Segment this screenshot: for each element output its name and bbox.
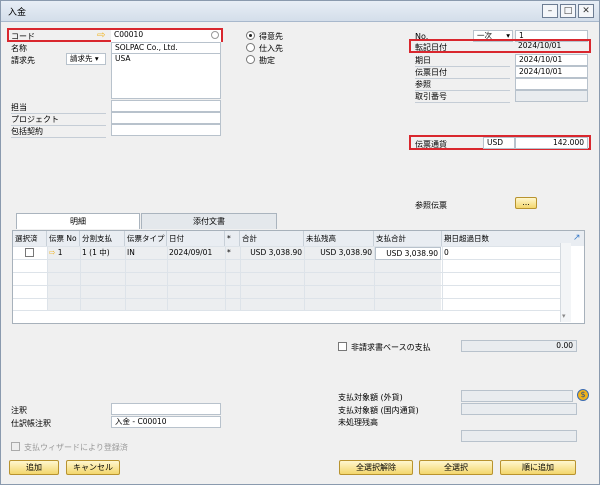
cell-doc-type: IN (127, 248, 135, 257)
radio-customer[interactable] (246, 31, 255, 40)
scroll-down-icon[interactable]: ▾ (562, 312, 566, 320)
currency-code-field[interactable]: USD (483, 137, 515, 149)
billto-label: 請求先 (11, 56, 35, 65)
col-payment[interactable]: 支払合計 (374, 231, 442, 246)
cell-total: USD 3,038.90 (250, 248, 302, 257)
currency-coins-icon[interactable]: $ (577, 389, 589, 401)
journal-remarks-field[interactable]: 入金 - C00010 (111, 416, 221, 428)
currency-label: 伝票通貨 (415, 140, 447, 149)
ref-doc-label: 参照伝票 (415, 201, 447, 210)
posting-date-field[interactable]: 2024/10/01 (515, 41, 588, 53)
maximize-icon[interactable]: □ (560, 4, 576, 18)
minimize-icon[interactable]: – (542, 4, 558, 18)
reference-label: 参照 (415, 79, 510, 91)
journal-remarks-label: 仕訳帳注釈 (11, 419, 51, 428)
col-overdue[interactable]: 期日超過日数 (442, 231, 573, 246)
amount-fc-field (461, 390, 573, 402)
ref-doc-button[interactable]: ... (515, 197, 537, 209)
nonbase-amount-field: 0.00 (461, 340, 577, 352)
transaction-no-label: 取引番号 (415, 91, 510, 103)
add-sequential-button[interactable]: 順に追加 (500, 460, 576, 475)
cell-date: 2024/09/01 (169, 248, 213, 257)
col-balance[interactable]: 未払残高 (304, 231, 374, 246)
cell-star: * (227, 248, 231, 257)
radio-account-label: 勘定 (259, 56, 275, 65)
project-field[interactable] (111, 112, 221, 124)
contract-field[interactable] (111, 124, 221, 136)
open-balance-label: 未処理残高 (338, 418, 378, 427)
link-arrow-icon[interactable]: ⇨ (49, 248, 55, 257)
col-date[interactable]: 日付 (167, 231, 225, 246)
radio-vendor-label: 仕入先 (259, 44, 283, 53)
nonbase-checkbox[interactable] (338, 342, 347, 351)
wizard-checkbox (11, 442, 20, 451)
select-all-button[interactable]: 全選択 (419, 460, 493, 475)
link-arrow-icon[interactable]: ⇨ (97, 30, 105, 41)
deselect-all-button[interactable]: 全選択解除 (339, 460, 413, 475)
open-balance-field (461, 430, 577, 442)
remarks-field[interactable] (111, 403, 221, 415)
close-icon[interactable]: ✕ (578, 4, 594, 18)
reference-field[interactable] (515, 78, 588, 90)
amount-fc-label: 支払対象額 (外貨) (338, 393, 403, 402)
doc-date-label: 伝票日付 (415, 67, 510, 79)
amount-lc-label: 支払対象額 (国内通貨) (338, 406, 419, 415)
owner-field[interactable] (111, 100, 221, 112)
cell-overdue: 0 (444, 248, 449, 257)
posting-date-label: 転記日付 (415, 43, 447, 52)
col-doc-type[interactable]: 伝票タイプ (125, 231, 167, 246)
nonbase-label: 非請求書ベースの支払 (351, 343, 431, 352)
window-title: 入金 (8, 8, 27, 18)
currency-amount-field[interactable]: 142.000 (515, 137, 588, 149)
radio-customer-label: 得意先 (259, 32, 283, 41)
row-select-checkbox[interactable] (25, 248, 34, 257)
cell-payment[interactable]: USD 3,038.90 (375, 247, 441, 260)
billto-select[interactable]: 請求先 ▾ (66, 53, 106, 65)
cell-installment: 1 (1 中) (82, 248, 110, 257)
title-bar (1, 1, 599, 22)
tab-attachments[interactable]: 添付文書 (141, 213, 277, 229)
project-label: プロジェクト (11, 114, 106, 126)
amount-lc-field (461, 403, 577, 415)
transaction-no-field (515, 90, 588, 102)
contract-label: 包括契約 (11, 126, 106, 138)
add-button[interactable]: 追加 (9, 460, 59, 475)
col-total[interactable]: 合計 (240, 231, 304, 246)
due-date-field[interactable]: 2024/10/01 (515, 54, 588, 66)
table-row[interactable]: ⇨ 1 (47, 247, 80, 260)
col-doc-no[interactable]: 伝票 No (47, 231, 80, 246)
code-label: コード (11, 32, 35, 41)
col-installment[interactable]: 分割支払 (80, 231, 125, 246)
code-field[interactable]: C00010 (111, 30, 221, 42)
radio-account[interactable] (246, 55, 255, 64)
cancel-button[interactable]: キャンセル (66, 460, 120, 475)
billto-address[interactable]: USA (111, 53, 221, 99)
expand-icon[interactable]: ↗ (573, 231, 584, 246)
invoice-grid: 選択済 伝票 No 分割支払 伝票タイプ 日付 * 合計 未払残高 支払合計 期… (12, 230, 585, 324)
name-label: 名称 (11, 44, 27, 53)
tab-details[interactable]: 明細 (16, 213, 140, 229)
lookup-icon[interactable] (211, 31, 219, 39)
cell-balance: USD 3,038.90 (320, 248, 372, 257)
remarks-label: 注釈 (11, 406, 27, 415)
due-date-label: 期日 (415, 55, 510, 67)
grid-scrollbar[interactable] (560, 243, 571, 322)
col-selected[interactable]: 選択済 (13, 231, 47, 246)
radio-vendor[interactable] (246, 43, 255, 52)
doc-date-field[interactable]: 2024/10/01 (515, 66, 588, 78)
wizard-label: 支払ウィザードにより登録済 (24, 443, 128, 452)
owner-label: 担当 (11, 102, 106, 114)
col-star[interactable]: * (225, 231, 240, 246)
